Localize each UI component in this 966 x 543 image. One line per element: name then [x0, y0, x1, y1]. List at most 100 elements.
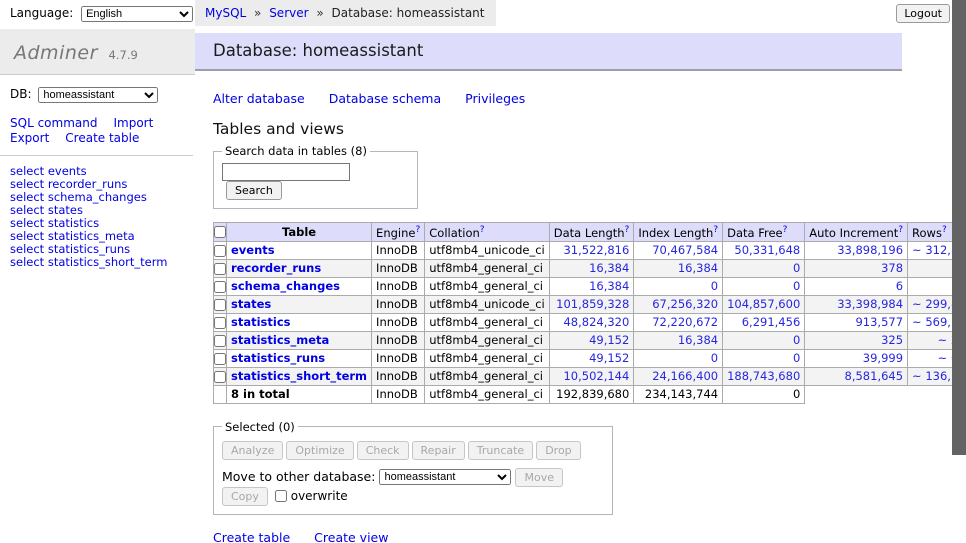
index-length-value[interactable]: 70,467,584: [652, 243, 718, 257]
create-view-link[interactable]: Create view: [314, 530, 388, 543]
repair-button[interactable]: Repair: [412, 441, 465, 460]
optimize-button[interactable]: Optimize: [286, 441, 353, 460]
column-help-link[interactable]: ?: [942, 225, 947, 235]
logout-button[interactable]: Logout: [896, 4, 950, 23]
index-length-value[interactable]: 0: [711, 351, 718, 365]
data-free-value[interactable]: 50,331,648: [734, 243, 800, 257]
sidebar-link-export[interactable]: Export: [10, 131, 49, 145]
index-length-value[interactable]: 67,256,320: [652, 297, 718, 311]
table-link[interactable]: statistics_runs: [231, 351, 325, 365]
index-length-value[interactable]: 0: [711, 279, 718, 293]
move-row: Move to other database: homeassistant Mo…: [222, 468, 604, 506]
row-checkbox-cell: [214, 241, 227, 259]
selected-fieldset: Selected (0) AnalyzeOptimizeCheckRepairT…: [213, 420, 613, 515]
db-label: DB:: [10, 87, 32, 101]
index-length-value[interactable]: 72,220,672: [652, 315, 718, 329]
data-length-value[interactable]: 10,502,144: [563, 369, 629, 383]
data-length-value[interactable]: 49,152: [589, 351, 629, 365]
move-db-select[interactable]: homeassistant: [379, 469, 511, 485]
data-length-value[interactable]: 48,824,320: [563, 315, 629, 329]
breadcrumb-current: Database: homeassistant: [332, 6, 485, 20]
data-length-value[interactable]: 49,152: [589, 333, 629, 347]
column-help-link[interactable]: ?: [480, 225, 485, 235]
table-link[interactable]: events: [231, 243, 275, 257]
create-table-link[interactable]: Create table: [213, 530, 290, 543]
table-link[interactable]: recorder_runs: [231, 261, 321, 275]
privileges-link[interactable]: Privileges: [465, 91, 525, 106]
column-help-link[interactable]: ?: [898, 225, 903, 235]
data-free-cell: 0: [723, 349, 805, 367]
index-length-value[interactable]: 24,166,400: [652, 369, 718, 383]
table-link[interactable]: statistics_meta: [231, 333, 329, 347]
column-header-auto-increment: Auto Increment?: [805, 223, 908, 242]
sidebar-link-import[interactable]: Import: [113, 116, 153, 130]
data-length-value[interactable]: 16,384: [589, 261, 629, 275]
data-free-value[interactable]: 6,291,456: [742, 315, 801, 329]
data-length-value[interactable]: 16,384: [589, 279, 629, 293]
search-button[interactable]: Search: [226, 181, 282, 200]
column-help-link[interactable]: ?: [713, 225, 718, 235]
overwrite-checkbox[interactable]: [275, 490, 287, 502]
index-length-value[interactable]: 16,384: [678, 333, 718, 347]
data-free-value[interactable]: 188,743,680: [727, 369, 800, 383]
data-free-value[interactable]: 0: [793, 351, 800, 365]
truncate-button[interactable]: Truncate: [468, 441, 533, 460]
data-free-value[interactable]: 0: [793, 333, 800, 347]
data-length-value[interactable]: 31,522,816: [563, 243, 629, 257]
sidebar-link-create-table[interactable]: Create table: [65, 131, 139, 145]
auto-increment-value[interactable]: 378: [881, 261, 903, 275]
row-checkbox[interactable]: [214, 263, 226, 275]
table-link[interactable]: statistics_short_term: [231, 369, 367, 383]
move-button[interactable]: Move: [515, 468, 563, 487]
select-all-checkbox[interactable]: [214, 226, 226, 238]
auto-increment-value[interactable]: 6: [896, 279, 903, 293]
index-length-value[interactable]: 16,384: [678, 261, 718, 275]
auto-increment-value[interactable]: 33,898,196: [837, 243, 903, 257]
auto-increment-value[interactable]: 325: [881, 333, 903, 347]
index-length-cell: 16,384: [634, 331, 723, 349]
total-data-free-cell: 0: [723, 385, 805, 403]
auto-increment-value[interactable]: 33,398,984: [837, 297, 903, 311]
table-link[interactable]: statistics: [231, 315, 291, 329]
data-length-cell: 48,824,320: [549, 313, 634, 331]
data-free-value[interactable]: 0: [793, 261, 800, 275]
drop-button[interactable]: Drop: [536, 441, 580, 460]
check-button[interactable]: Check: [357, 441, 409, 460]
scrollbar-thumb[interactable]: [952, 0, 966, 455]
column-help-link[interactable]: ?: [625, 225, 630, 235]
column-help-link[interactable]: ?: [783, 225, 788, 235]
row-checkbox[interactable]: [214, 281, 226, 293]
data-length-value[interactable]: 101,859,328: [556, 297, 629, 311]
collation-cell: utf8mb4_general_ci: [425, 349, 550, 367]
row-checkbox[interactable]: [214, 335, 226, 347]
row-checkbox[interactable]: [214, 353, 226, 365]
analyze-button[interactable]: Analyze: [222, 441, 283, 460]
sidebar-link-sql-command[interactable]: SQL command: [10, 116, 97, 130]
data-free-cell: 104,857,600: [723, 295, 805, 313]
overwrite-label: overwrite: [275, 489, 348, 503]
database-schema-link[interactable]: Database schema: [329, 91, 441, 106]
row-checkbox[interactable]: [214, 371, 226, 383]
auto-increment-value[interactable]: 913,577: [855, 315, 903, 329]
row-checkbox[interactable]: [214, 245, 226, 257]
language-select[interactable]: English: [81, 6, 193, 22]
data-free-value[interactable]: 0: [793, 279, 800, 293]
auto-increment-value[interactable]: 8,581,645: [845, 369, 904, 383]
sidebar-select-link[interactable]: select statistics_short_term: [10, 256, 195, 269]
db-select[interactable]: homeassistant: [38, 87, 158, 103]
copy-button[interactable]: Copy: [222, 487, 268, 506]
breadcrumb-link-server[interactable]: Server: [269, 6, 308, 20]
engine-cell: InnoDB: [372, 259, 425, 277]
row-checkbox[interactable]: [214, 299, 226, 311]
collation-cell: utf8mb4_unicode_ci: [425, 241, 550, 259]
total-label-cell: 8 in total: [227, 385, 372, 403]
row-checkbox[interactable]: [214, 317, 226, 329]
table-link[interactable]: schema_changes: [231, 279, 340, 293]
auto-increment-value[interactable]: 39,999: [863, 351, 903, 365]
search-input[interactable]: [222, 163, 350, 181]
alter-database-link[interactable]: Alter database: [213, 91, 305, 106]
table-link[interactable]: states: [231, 297, 271, 311]
column-help-link[interactable]: ?: [415, 225, 420, 235]
data-free-value[interactable]: 104,857,600: [727, 297, 800, 311]
breadcrumb-link-mysql[interactable]: MySQL: [205, 6, 246, 20]
